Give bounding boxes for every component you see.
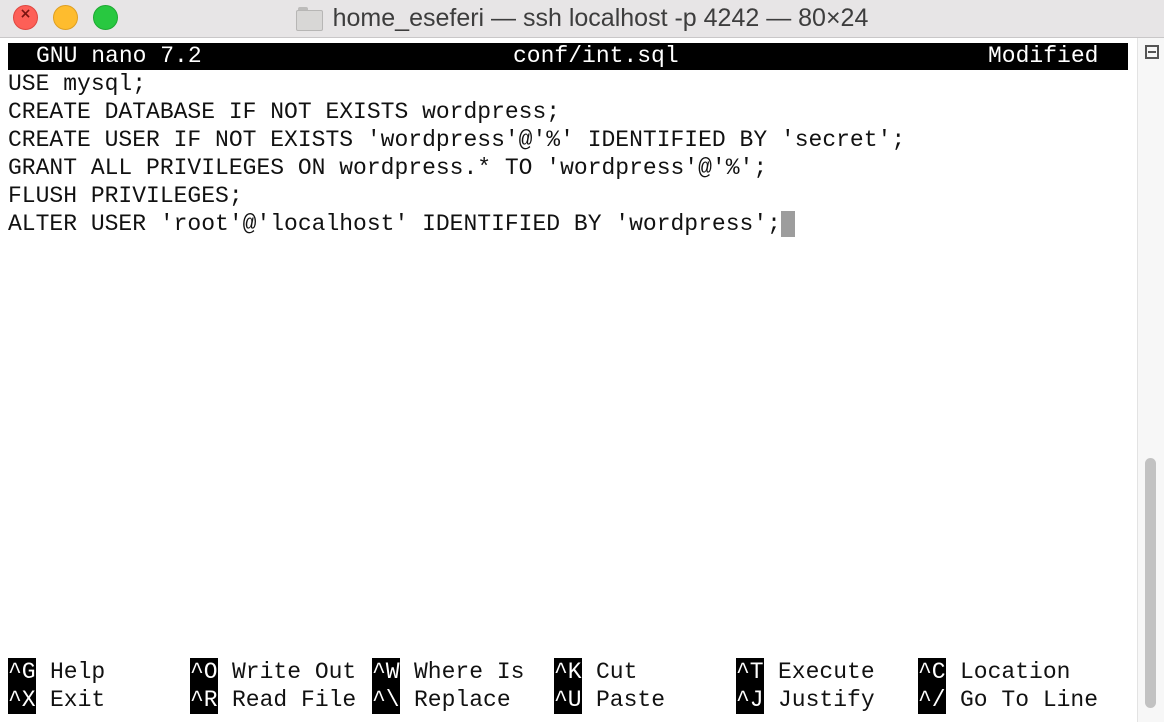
nano-modified-status: Modified xyxy=(988,43,1099,69)
editor-line[interactable]: CREATE USER IF NOT EXISTS 'wordpress'@'%… xyxy=(8,126,905,154)
nano-filename: conf/int.sql xyxy=(513,43,679,69)
split-pane-icon[interactable] xyxy=(1145,45,1159,59)
nano-version: GNU nano 7.2 xyxy=(36,43,202,69)
editor-line[interactable]: CREATE DATABASE IF NOT EXISTS wordpress; xyxy=(8,98,905,126)
shortcut-label: Write Out xyxy=(232,659,357,685)
shortcut-key: ^K xyxy=(554,658,582,686)
shortcut-where-is[interactable]: ^W Where Is xyxy=(372,658,524,686)
nano-header-bar: GNU nano 7.2 conf/int.sql Modified xyxy=(8,43,1128,70)
shortcut-label: Paste xyxy=(596,687,666,713)
shortcut-key: ^C xyxy=(918,658,946,686)
editor-line[interactable]: FLUSH PRIVILEGES; xyxy=(8,182,905,210)
shortcut-justify[interactable]: ^J Justify xyxy=(736,686,875,714)
shortcut-label: Execute xyxy=(778,659,875,685)
shortcut-cut[interactable]: ^K Cut xyxy=(554,658,637,686)
window-title: home_eseferi — ssh localhost -p 4242 — 8… xyxy=(332,3,869,32)
shortcut-bar: ^G Help ^O Write Out ^W Where Is ^K Cut ^T Ex… xyxy=(8,658,1138,714)
shortcut-key: ^G xyxy=(8,658,36,686)
shortcut-key: ^U xyxy=(554,686,582,714)
scrollbar-thumb[interactable] xyxy=(1145,458,1156,708)
terminal-area[interactable]: GNU nano 7.2 conf/int.sql Modified USE m… xyxy=(0,38,1137,722)
shortcut-key: ^X xyxy=(8,686,36,714)
shortcut-replace[interactable]: ^\ Replace xyxy=(372,686,511,714)
shortcut-label: Cut xyxy=(596,659,638,685)
shortcut-key: ^R xyxy=(190,686,218,714)
window-title-area: home_eseferi — ssh localhost -p 4242 — 8… xyxy=(0,0,1164,36)
shortcut-label: Where Is xyxy=(414,659,525,685)
shortcut-key: ^/ xyxy=(918,686,946,714)
shortcut-read-file[interactable]: ^R Read File xyxy=(190,686,356,714)
editor-line-text[interactable]: ALTER USER 'root'@'localhost' IDENTIFIED… xyxy=(8,211,781,237)
shortcut-key: ^J xyxy=(736,686,764,714)
terminal-scrollbar[interactable] xyxy=(1137,38,1164,722)
shortcut-paste[interactable]: ^U Paste xyxy=(554,686,665,714)
shortcut-key: ^\ xyxy=(372,686,400,714)
shortcut-label: Justify xyxy=(778,687,875,713)
shortcut-exit[interactable]: ^X Exit xyxy=(8,686,105,714)
shortcut-label: Read File xyxy=(232,687,357,713)
shortcut-label: Go To Line xyxy=(960,687,1099,713)
window-titlebar: × home_eseferi — ssh localhost -p 4242 —… xyxy=(0,0,1164,38)
shortcut-location[interactable]: ^C Location xyxy=(918,658,1070,686)
shortcut-go-to-line[interactable]: ^/ Go To Line xyxy=(918,686,1098,714)
shortcut-write-out[interactable]: ^O Write Out xyxy=(190,658,356,686)
shortcut-label: Exit xyxy=(50,687,106,713)
shortcut-help[interactable]: ^G Help xyxy=(8,658,105,686)
shortcut-key: ^T xyxy=(736,658,764,686)
shortcut-label: Location xyxy=(960,659,1071,685)
shortcut-key: ^O xyxy=(190,658,218,686)
shortcut-execute[interactable]: ^T Execute xyxy=(736,658,875,686)
editor-buffer[interactable]: USE mysql; CREATE DATABASE IF NOT EXISTS… xyxy=(8,70,905,238)
editor-line[interactable]: USE mysql; xyxy=(8,70,905,98)
editor-line-current[interactable]: ALTER USER 'root'@'localhost' IDENTIFIED… xyxy=(8,210,905,238)
text-cursor xyxy=(780,211,795,237)
shortcut-label: Help xyxy=(50,659,106,685)
editor-line[interactable]: GRANT ALL PRIVILEGES ON wordpress.* TO '… xyxy=(8,154,905,182)
folder-icon xyxy=(295,6,323,31)
shortcut-label: Replace xyxy=(414,687,511,713)
shortcut-key: ^W xyxy=(372,658,400,686)
